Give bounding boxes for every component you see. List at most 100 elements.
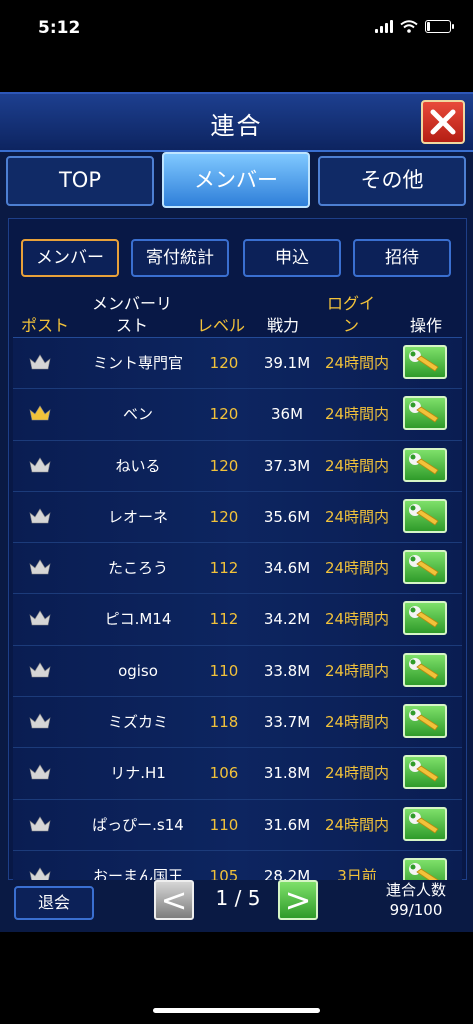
leave-button[interactable]: 退会 xyxy=(14,886,94,920)
prev-page-button[interactable]: < xyxy=(154,880,194,920)
member-count-label: 連合人数 xyxy=(385,881,446,899)
title-bar: 連合 xyxy=(0,94,473,152)
member-level: 120 xyxy=(209,405,239,424)
manage-member-button[interactable] xyxy=(403,345,447,379)
wrench-icon xyxy=(409,503,439,526)
table-row: ぱっぴー.s14 110 31.6M 24時間内 xyxy=(13,799,462,851)
wrench-icon xyxy=(409,709,439,731)
member-name: ミント専門官 xyxy=(92,354,183,372)
member-login: 24時間内 xyxy=(324,559,390,578)
member-level: 120 xyxy=(209,507,239,526)
table-row: レオーネ 120 35.6M 24時間内 xyxy=(13,491,462,544)
manage-member-button[interactable] xyxy=(403,704,447,739)
member-name: ogiso xyxy=(118,661,158,680)
member-power: 34.6M xyxy=(263,559,311,578)
alliance-panel: 連合 TOP メンバー その他 メンバー 寄付統計 申込 招待 ポスト メンバー… xyxy=(0,92,473,932)
member-power: 36M xyxy=(270,405,304,424)
tab-top[interactable]: TOP xyxy=(6,156,154,206)
crown-icon xyxy=(29,559,51,575)
tab-other[interactable]: その他 xyxy=(318,156,466,206)
crown-icon xyxy=(29,354,51,370)
member-level: 106 xyxy=(209,764,239,783)
member-name: たころう xyxy=(107,559,168,578)
wifi-icon xyxy=(400,20,418,33)
status-bar: 5:12 xyxy=(0,0,473,56)
close-icon xyxy=(430,109,456,135)
crown-icon xyxy=(29,457,51,472)
crown-icon xyxy=(29,405,51,421)
subtab-applications[interactable]: 申込 xyxy=(243,239,341,277)
col-ops: 操作 xyxy=(409,316,442,335)
manage-member-button[interactable] xyxy=(403,550,447,585)
member-name: ぱっぴー.s14 xyxy=(92,815,184,834)
member-level: 112 xyxy=(209,559,239,578)
wrench-icon xyxy=(409,760,439,782)
table-row: ミント専門官 120 39.1M 24時間内 xyxy=(13,338,462,390)
wrench-icon xyxy=(409,555,439,577)
member-level: 120 xyxy=(209,354,239,372)
member-level: 110 xyxy=(209,815,239,834)
wrench-icon xyxy=(409,811,439,834)
member-power: 37.3M xyxy=(263,456,311,475)
member-power: 33.8M xyxy=(263,661,311,680)
table-row: ベン 120 36M 24時間内 xyxy=(13,389,462,441)
member-level: 110 xyxy=(209,661,239,680)
member-name: ベン xyxy=(122,405,153,424)
table-row: ミズカミ 118 33.7M 24時間内 xyxy=(13,697,462,749)
member-power: 39.1M xyxy=(263,354,311,372)
col-level: レベル xyxy=(196,316,245,335)
main-tabs: TOP メンバー その他 xyxy=(0,152,473,212)
col-post: ポスト xyxy=(20,316,69,335)
member-name: ねいる xyxy=(115,456,161,475)
crown-icon xyxy=(29,508,51,524)
member-login: 24時間内 xyxy=(324,405,390,424)
wrench-icon xyxy=(409,401,439,423)
page-title: 連合 xyxy=(210,112,263,140)
member-power: 35.6M xyxy=(263,507,311,526)
member-level: 120 xyxy=(209,456,239,475)
manage-member-button[interactable] xyxy=(403,755,447,790)
member-list[interactable]: ミント専門官 120 39.1M 24時間内 ベン 120 36M 24時間内 ねいる 120 37… xyxy=(13,337,462,880)
manage-member-button[interactable] xyxy=(403,447,447,482)
member-power: 33.7M xyxy=(263,713,311,732)
manage-member-button[interactable] xyxy=(403,396,447,431)
subtab-members[interactable]: メンバー xyxy=(21,239,119,277)
manage-member-button[interactable] xyxy=(403,652,447,687)
member-login: 24時間内 xyxy=(324,354,390,372)
member-name: リナ.H1 xyxy=(110,764,166,783)
content-area: メンバー 寄付統計 申込 招待 ポスト メンバーリスト レベル 戦力 ログイン … xyxy=(8,218,467,880)
table-row: ogiso 110 33.8M 24時間内 xyxy=(13,645,462,698)
wrench-icon xyxy=(409,350,439,372)
wrench-icon xyxy=(409,606,439,629)
table-row: ピコ.M14 112 34.2M 24時間内 xyxy=(13,594,462,646)
crown-icon xyxy=(29,764,51,780)
col-power: 戦力 xyxy=(266,316,299,335)
page-indicator: 1 / 5 xyxy=(215,886,261,910)
col-login: ログイン xyxy=(327,294,376,335)
crown-icon xyxy=(29,713,51,729)
footer: 退会 < 1 / 5 > 連合人数 99/100 xyxy=(0,876,473,932)
tab-members[interactable]: メンバー xyxy=(162,152,310,208)
member-power: 31.6M xyxy=(263,815,311,834)
member-level: 112 xyxy=(209,610,239,629)
member-name: ミズカミ xyxy=(107,713,168,732)
subtab-invite[interactable]: 招待 xyxy=(353,239,451,277)
member-name: ピコ.M14 xyxy=(104,610,172,629)
battery-icon xyxy=(425,20,454,33)
crown-icon xyxy=(29,662,51,678)
next-page-button[interactable]: > xyxy=(278,880,318,920)
subtab-donation-stats[interactable]: 寄付統計 xyxy=(131,239,229,277)
member-count-value: 99/100 xyxy=(389,901,443,919)
member-login: 24時間内 xyxy=(324,764,390,783)
manage-member-button[interactable] xyxy=(403,601,447,636)
member-login: 24時間内 xyxy=(324,815,390,834)
wrench-icon xyxy=(409,657,439,680)
manage-member-button[interactable] xyxy=(403,498,447,533)
close-button[interactable] xyxy=(421,100,465,144)
manage-member-button[interactable] xyxy=(403,806,447,841)
member-power: 31.8M xyxy=(263,764,311,783)
sub-tabs: メンバー 寄付統計 申込 招待 xyxy=(9,219,466,279)
col-member: メンバーリスト xyxy=(91,294,172,335)
member-count: 連合人数 99/100 xyxy=(366,880,466,920)
crown-icon xyxy=(29,610,51,626)
